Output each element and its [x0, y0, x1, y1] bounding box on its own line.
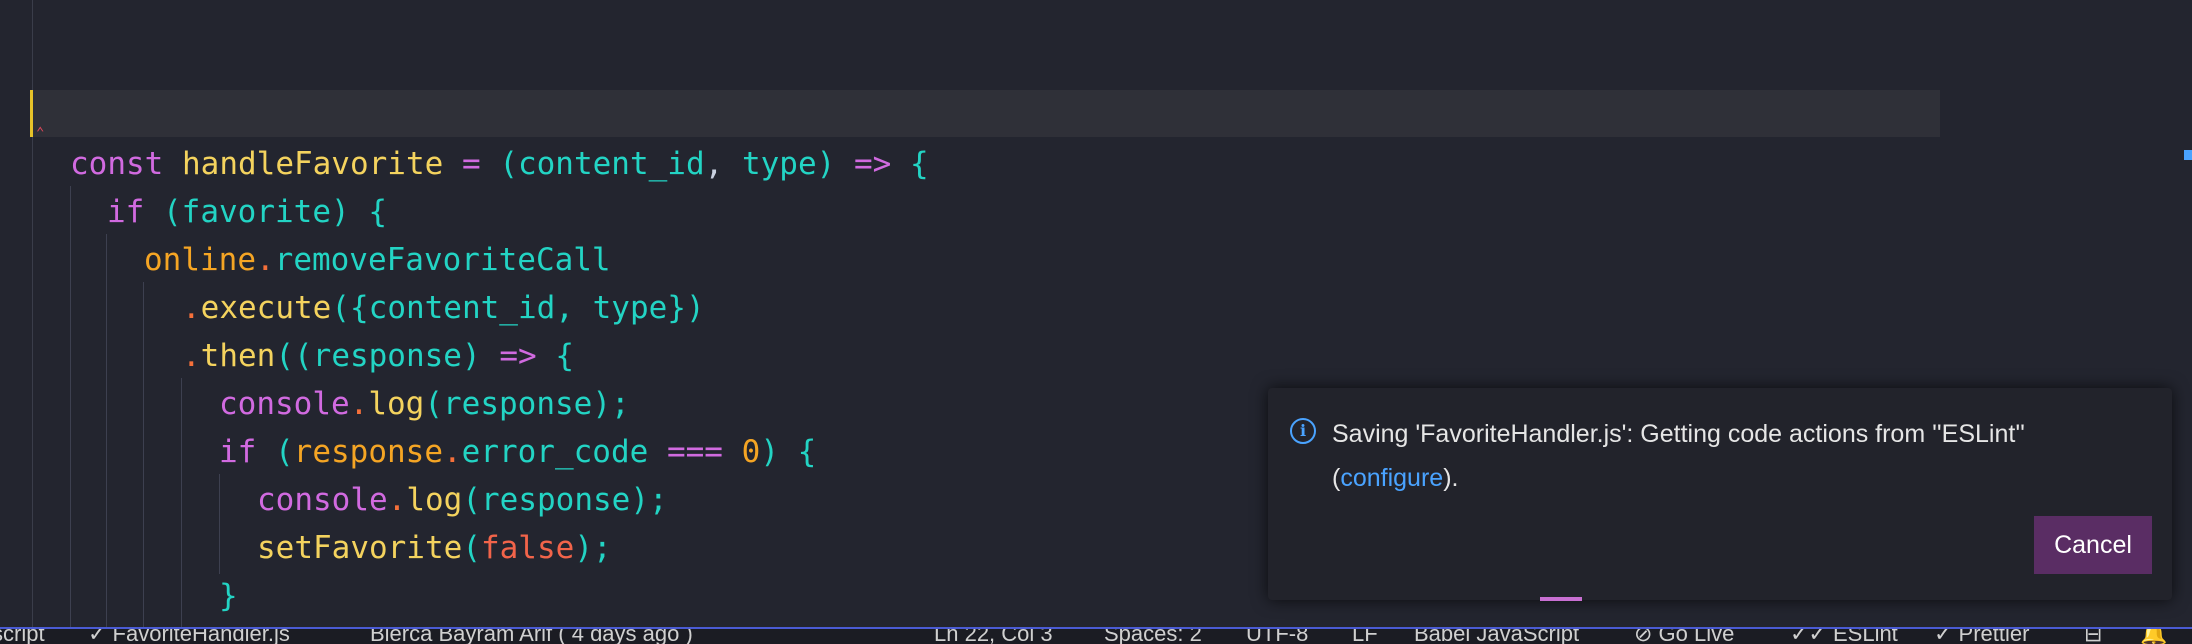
token-param: response	[312, 338, 462, 374]
token-paren: );	[574, 530, 612, 566]
cancel-button[interactable]: Cancel	[2034, 516, 2152, 574]
token-paren: (	[499, 146, 518, 182]
token-paren: )	[760, 434, 779, 470]
code-line: console.log(response);	[219, 380, 630, 428]
token-dot: .	[255, 242, 275, 278]
token-brace: {	[555, 338, 574, 374]
status-encoding[interactable]: UTF-8	[1246, 629, 1308, 644]
token-arrow: =>	[853, 146, 892, 182]
token-paren: )	[816, 146, 836, 182]
current-line-highlight	[30, 90, 1940, 137]
token-object: online	[144, 242, 256, 278]
status-cursor-position[interactable]: Ln 22, Col 3	[934, 629, 1053, 644]
progress-indicator	[1540, 597, 1582, 601]
feedback-icon[interactable]: ⊟	[2084, 629, 2102, 644]
token-object: console	[219, 386, 350, 422]
token-function: then	[200, 338, 276, 374]
notification-text: Saving 'FavoriteHandler.js': Getting cod…	[1332, 420, 2025, 448]
code-line: console.log(response);	[257, 476, 668, 524]
text-cursor	[30, 90, 33, 137]
token-arrow: =>	[499, 338, 537, 374]
token-variable: response	[443, 386, 593, 422]
token-paren: (	[462, 530, 481, 566]
code-line: setFavorite(false);	[257, 524, 612, 572]
token-object: response	[293, 434, 443, 470]
token-dot: .	[182, 338, 201, 374]
indent-guide	[70, 186, 71, 628]
status-go-live[interactable]: ⊘ Go Live	[1634, 629, 1734, 644]
code-line: .then((response) => {	[182, 332, 574, 380]
token-paren: (	[163, 194, 182, 230]
error-squiggle: ⌃	[36, 125, 45, 141]
token-function: log	[368, 386, 425, 422]
token-function: handleFavorite	[182, 146, 444, 182]
notification-paren: ).	[1443, 464, 1459, 492]
token-param: type	[741, 146, 817, 182]
notification-message: Saving 'FavoriteHandler.js': Getting cod…	[1332, 412, 2132, 500]
token-dot: .	[442, 434, 462, 470]
token-function: log	[406, 482, 463, 518]
token-paren: );	[592, 386, 630, 422]
token-keyword: if	[107, 194, 145, 230]
token-paren: (	[424, 386, 443, 422]
token-keyword: if	[219, 434, 257, 470]
indent-guide	[181, 378, 182, 628]
token-args: content_id, type	[368, 290, 668, 326]
token-object: console	[257, 482, 388, 518]
token-paren: ({	[331, 290, 369, 326]
token-variable: response	[481, 482, 631, 518]
token-brace: {	[797, 434, 817, 470]
token-paren: (	[462, 482, 481, 518]
status-language[interactable]: Babel JavaScript	[1414, 629, 1579, 644]
token-dot: .	[349, 386, 369, 422]
token-function: setFavorite	[257, 530, 463, 566]
notification-toast: i Saving 'FavoriteHandler.js': Getting c…	[1268, 388, 2172, 601]
code-line: online.removeFavoriteCall	[144, 236, 611, 284]
code-line: }	[219, 572, 238, 620]
token-param: content_id	[517, 146, 705, 182]
token-keyword: const	[70, 146, 164, 182]
scrollbar-marker	[2184, 150, 2192, 160]
indent-guide	[219, 474, 220, 574]
token-function: execute	[200, 290, 332, 326]
token-paren: );	[630, 482, 668, 518]
token-property: removeFavoriteCall	[274, 242, 611, 278]
status-eol[interactable]: LF	[1352, 629, 1378, 644]
token-paren: ((	[275, 338, 313, 374]
token-brace: }	[219, 578, 238, 614]
status-language-mode[interactable]: script	[0, 629, 45, 644]
status-file[interactable]: ✓ FavoriteHandler.js	[88, 629, 290, 644]
code-line: .execute({content_id, type})	[182, 284, 705, 332]
code-line: if (response.error_code === 0) {	[219, 428, 816, 476]
configure-link[interactable]: configure	[1340, 464, 1443, 492]
notifications-bell-icon[interactable]: 🔔	[2140, 629, 2167, 644]
indent-guide	[106, 234, 107, 628]
status-indentation[interactable]: Spaces: 2	[1104, 629, 1202, 644]
token-comma: ,	[704, 146, 724, 182]
status-eslint[interactable]: ✓✓ ESLint	[1790, 629, 1898, 644]
code-line: if (favorite) {	[107, 188, 387, 236]
token-paren: )	[330, 194, 350, 230]
status-git-blame[interactable]: Blerca Bayram Arif ( 4 days ago )	[370, 629, 693, 644]
token-operator: ===	[666, 434, 723, 470]
token-boolean: false	[480, 530, 575, 566]
info-icon: i	[1290, 418, 1316, 444]
indent-guide	[143, 282, 144, 628]
token-number: 0	[741, 434, 761, 470]
code-line: const handleFavorite = (content_id, type…	[70, 140, 929, 188]
status-bar: script ✓ FavoriteHandler.js Blerca Bayra…	[0, 627, 2192, 644]
token-paren: )	[461, 338, 481, 374]
token-dot: .	[182, 290, 201, 326]
token-brace: {	[368, 194, 387, 230]
token-paren: })	[667, 290, 705, 326]
token-brace: {	[909, 146, 929, 182]
token-paren: (	[275, 434, 294, 470]
status-prettier[interactable]: ✓ Prettier	[1934, 629, 2029, 644]
token-operator: =	[461, 146, 481, 182]
token-variable: favorite	[181, 194, 331, 230]
token-property: error_code	[461, 434, 649, 470]
token-dot: .	[387, 482, 407, 518]
